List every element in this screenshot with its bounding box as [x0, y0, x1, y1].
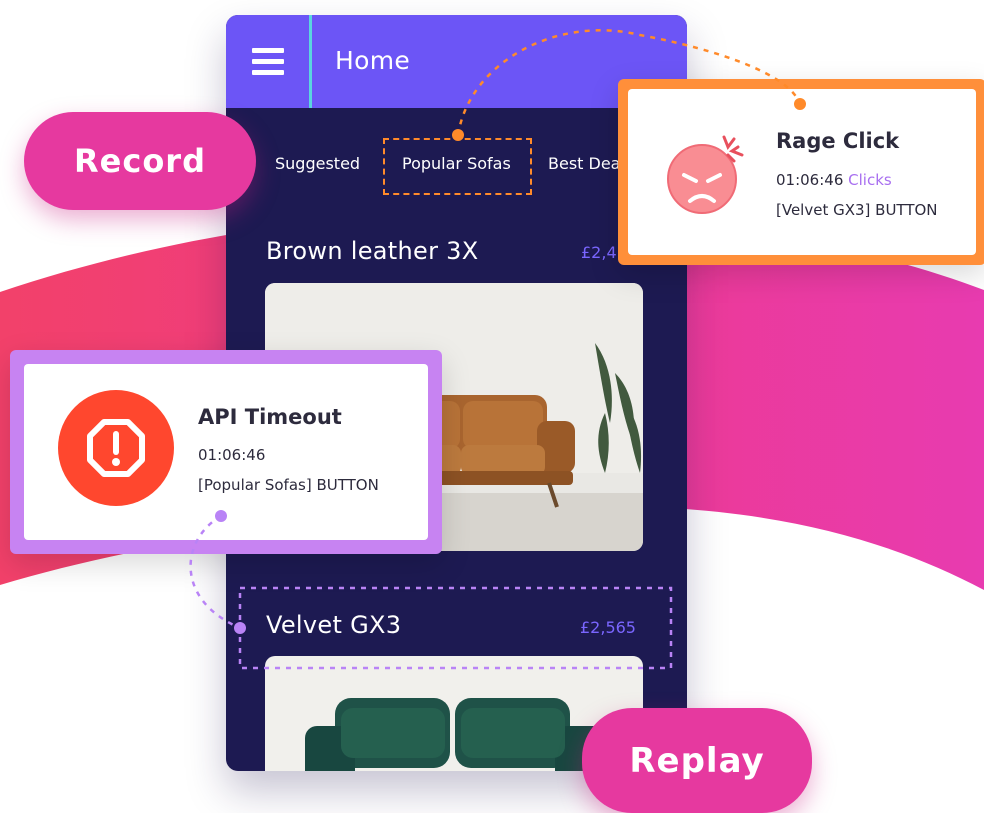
card-title: Rage Click [776, 129, 900, 153]
tab-popular-sofas[interactable]: Popular Sofas [402, 154, 511, 173]
tab-best-deals[interactable]: Best Dea [548, 154, 620, 173]
event-time: 01:06:46 [198, 446, 266, 464]
card-title: API Timeout [198, 405, 342, 429]
hamburger-menu-button[interactable] [226, 15, 312, 108]
rage-click-card: Rage Click 01:06:46 Clicks [Velvet GX3] … [618, 79, 984, 265]
page-title: Home [335, 46, 411, 75]
tab-suggested[interactable]: Suggested [275, 154, 360, 173]
record-button[interactable]: Record [24, 112, 256, 210]
menu-icon-bar [251, 59, 284, 64]
event-time: 01:06:46 [776, 171, 844, 189]
product-price: £2,4 [581, 243, 617, 262]
event-time-line: 01:06:46 Clicks [776, 171, 892, 189]
api-timeout-card: API Timeout 01:06:46 [Popular Sofas] BUT… [10, 350, 442, 554]
menu-icon-bar [251, 70, 284, 75]
product-price: £2,565 [580, 618, 636, 637]
event-type: Clicks [848, 171, 892, 189]
product-title[interactable]: Velvet GX3 [266, 611, 401, 639]
product-title[interactable]: Brown leather 3X [266, 237, 479, 265]
event-target: [Popular Sofas] BUTTON [198, 476, 379, 494]
alert-octagon-icon [58, 390, 174, 506]
replay-button[interactable]: Replay [582, 708, 812, 813]
event-target: [Velvet GX3] BUTTON [776, 201, 938, 219]
menu-icon-bar [251, 48, 284, 53]
angry-face-icon [667, 135, 744, 214]
